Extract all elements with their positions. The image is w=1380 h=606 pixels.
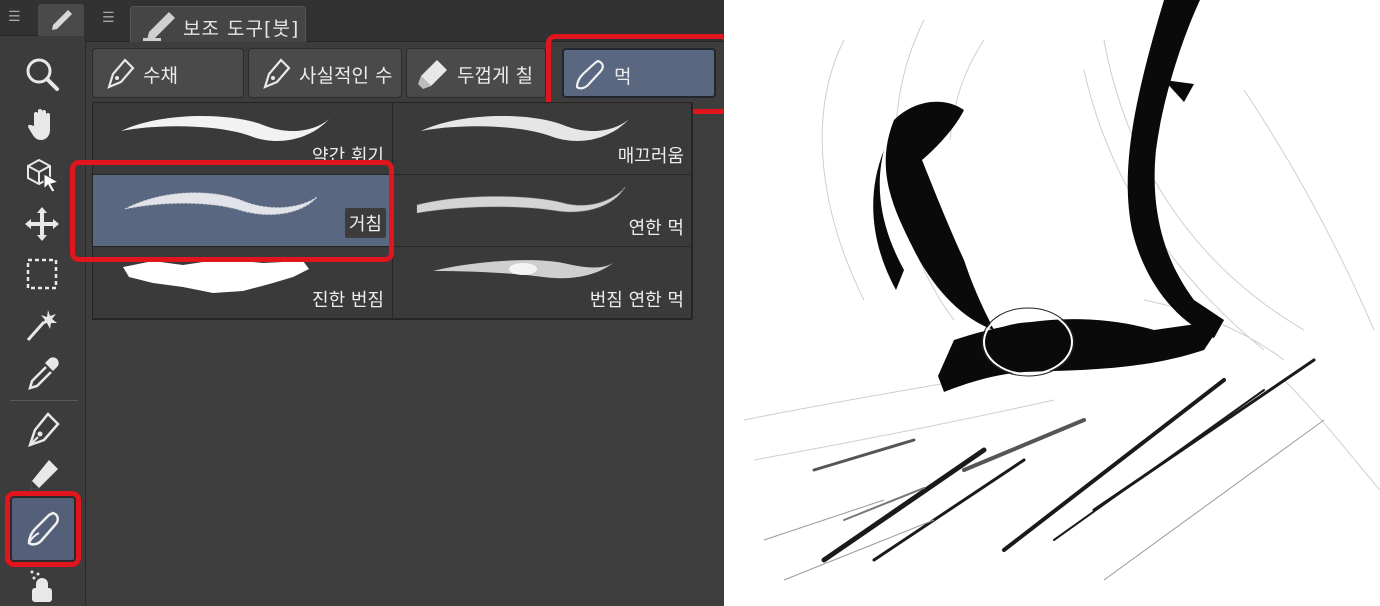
menu-icon[interactable]: ☰ <box>8 9 21 25</box>
hand-tool[interactable] <box>18 102 66 146</box>
airbrush-icon <box>30 570 52 602</box>
pencil-icon <box>30 460 58 490</box>
toolbar-divider <box>10 400 78 401</box>
subtool-group-label: 먹 <box>614 66 632 88</box>
brush-preset-label: 매끄러움 <box>617 146 684 167</box>
brush-preset-label: 번짐 연한 먹 <box>589 290 684 311</box>
subtool-group-label: 두껍게 칠 <box>457 65 533 87</box>
brush-preset-light-ink[interactable]: 연한 먹 <box>393 175 693 247</box>
brush-preset-rough[interactable]: 거침 <box>93 175 393 247</box>
dashed-rect-icon <box>26 258 58 290</box>
menu-icon[interactable]: ☰ <box>102 10 115 26</box>
brush-preset-label: 약간 휘기 <box>312 146 384 167</box>
subtool-group-watercolor[interactable]: 수채 <box>92 48 244 98</box>
drawing-canvas[interactable] <box>724 0 1380 606</box>
move-arrows-icon <box>25 207 59 241</box>
brush-nib-icon <box>107 58 135 89</box>
brush-preset-grid: 약간 휘기 매끄러움 거침 연한 먹 진한 번짐 번짐 연한 먹 <box>92 102 693 320</box>
eyedropper-icon <box>28 357 59 390</box>
pen-tool[interactable] <box>18 408 66 452</box>
subtool-group-label: 사실적인 수 <box>299 65 393 87</box>
hand-icon <box>27 109 50 140</box>
selection-tool[interactable] <box>18 252 66 296</box>
tool-palette-header: ☰ <box>0 0 86 36</box>
subtool-panel-header: ☰ 보조 도구[붓] <box>86 0 724 42</box>
paint-tube-icon <box>418 60 447 89</box>
brush-preset-bleed-light-ink[interactable]: 번짐 연한 먹 <box>393 247 693 319</box>
auto-select-tool[interactable] <box>18 302 66 346</box>
subtool-group-ink[interactable]: 먹 <box>562 48 716 98</box>
pencil-tool[interactable] <box>18 454 66 498</box>
magic-wand-icon <box>26 310 57 341</box>
eyedropper-tool[interactable] <box>18 352 66 396</box>
subtool-group-realistic-watercolor[interactable]: 사실적인 수 <box>248 48 402 98</box>
subtool-group-row: 수채 사실적인 수 두껍게 칠 먹 <box>92 46 722 98</box>
brush-icon <box>27 511 59 546</box>
pen-nib-icon <box>28 412 60 448</box>
brush-preset-smooth[interactable]: 매끄러움 <box>393 103 693 175</box>
tool-palette: ☰ <box>0 0 86 606</box>
subtool-group-thick-paint[interactable]: 두껍게 칠 <box>406 48 546 98</box>
subtool-group-label: 수채 <box>143 65 178 87</box>
ink-drawing-artwork <box>743 0 1380 581</box>
move-tool[interactable] <box>18 202 66 246</box>
subtool-panel: ☰ 보조 도구[붓] 수채 사실적인 수 두껍게 칠 먹 약간 휘기 매끄러움 … <box>70 0 730 606</box>
brush-preset-slight-curve[interactable]: 약간 휘기 <box>93 103 393 175</box>
cube-cursor-icon <box>27 158 60 193</box>
brush-tool[interactable] <box>19 507 67 551</box>
pencil-icon <box>143 12 175 41</box>
zoom-tool[interactable] <box>18 52 66 96</box>
subtool-panel-tab[interactable]: 보조 도구[붓] <box>130 6 306 42</box>
airbrush-tool[interactable] <box>18 566 66 606</box>
brush-preset-label: 거침 <box>344 208 386 238</box>
brush-preset-label: 진한 번짐 <box>312 290 384 311</box>
brush-preset-dark-bleed[interactable]: 진한 번짐 <box>93 247 393 319</box>
magnifier-icon <box>26 58 59 91</box>
tool-palette-tab[interactable] <box>38 4 84 36</box>
object-tool[interactable] <box>18 152 66 196</box>
brush-preset-label: 연한 먹 <box>628 218 684 239</box>
pencil-icon <box>52 10 72 30</box>
ink-brush-icon <box>575 59 604 90</box>
brush-nib-icon <box>263 58 291 89</box>
subtool-panel-title: 보조 도구[붓] <box>183 18 300 40</box>
